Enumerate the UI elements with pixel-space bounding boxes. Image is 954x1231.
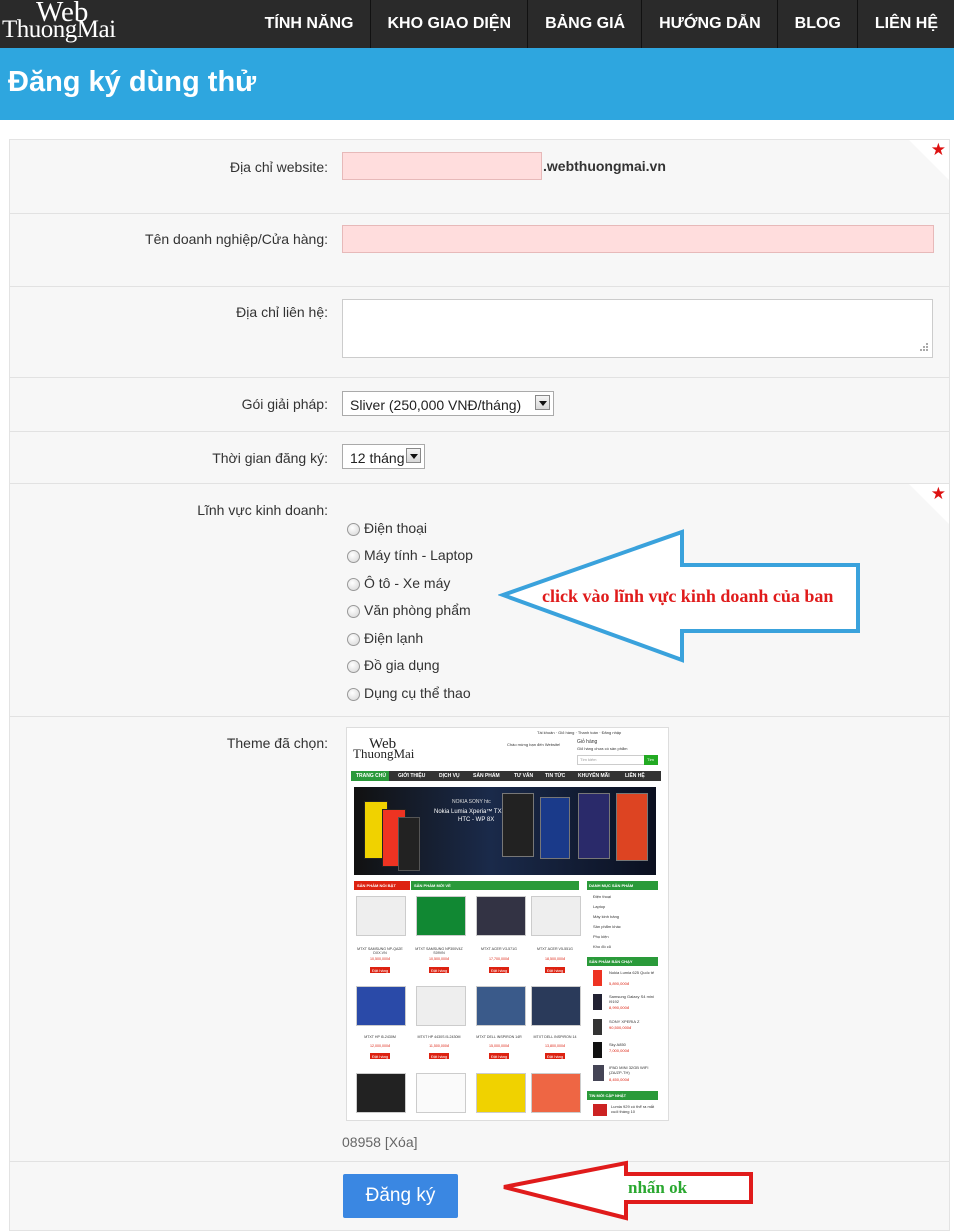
preview-cart-sub: Giỏ hàng chưa có sản phẩm bbox=[577, 746, 628, 751]
business-name-input[interactable] bbox=[342, 225, 934, 253]
radio-label: Đồ gia dụng bbox=[364, 657, 440, 673]
theme-delete-link[interactable]: [Xóa] bbox=[385, 1134, 418, 1150]
main-menu: TÍNH NĂNG KHO GIAO DIỆN BẢNG GIÁ HƯỚNG D… bbox=[248, 0, 954, 48]
radio-circle[interactable] bbox=[347, 550, 360, 563]
chevron-down-icon bbox=[535, 395, 550, 410]
address-textarea[interactable] bbox=[342, 299, 933, 358]
required-star-icon: ★ bbox=[930, 140, 946, 159]
required-star-icon: ★ bbox=[930, 484, 946, 503]
plan-label: Gói giải pháp: bbox=[241, 396, 328, 412]
nav-guide[interactable]: HƯỚNG DẪN bbox=[641, 0, 777, 48]
preview-menu: TRANG CHỦ GIỚI THIỆU DỊCH VỤ SẢN PHẨM TƯ… bbox=[351, 771, 661, 781]
required-corner: ★ bbox=[909, 484, 949, 524]
theme-code: 08958 [Xóa] bbox=[342, 1134, 418, 1150]
duration-selected-value: 12 tháng bbox=[350, 450, 405, 466]
required-corner: ★ bbox=[909, 140, 949, 180]
nav-contact[interactable]: LIÊN HỆ bbox=[856, 0, 954, 48]
radio-circle[interactable] bbox=[347, 605, 360, 618]
nav-blog[interactable]: BLOG bbox=[776, 0, 857, 48]
submit-row: nhấn ok bbox=[10, 1160, 949, 1229]
plan-row: Gói giải pháp: Sliver (250,000 VNĐ/tháng… bbox=[10, 378, 949, 432]
website-row: Địa chỉ website: .webthuongmai.vn ★ bbox=[10, 140, 949, 214]
preview-bestseller-title: SẢN PHẨM BÁN CHẠY bbox=[587, 957, 658, 966]
preview-tab-new: SẢN PHẨM MỚI VỀ bbox=[411, 881, 579, 890]
register-button[interactable]: Đăng ký bbox=[343, 1174, 458, 1218]
preview-news-title: TIN MỚI CẬP NHẬT bbox=[587, 1091, 658, 1100]
duration-label: Thời gian đăng ký: bbox=[212, 450, 328, 466]
theme-preview[interactable]: Tài khoản · Giỏ hàng · Thanh toán · Đăng… bbox=[346, 727, 669, 1121]
radio-circle[interactable] bbox=[347, 688, 360, 701]
website-label: Địa chỉ website: bbox=[229, 159, 328, 175]
page-title: Đăng ký dùng thử bbox=[8, 66, 257, 98]
plan-select[interactable]: Sliver (250,000 VNĐ/tháng) bbox=[342, 391, 554, 416]
business-field-row: Lĩnh vực kinh doanh: ★ Điện thoại Máy tí… bbox=[10, 484, 949, 717]
business-field-label: Lĩnh vực kinh doanh: bbox=[197, 502, 328, 518]
signup-form: Địa chỉ website: .webthuongmai.vn ★ Tên … bbox=[9, 139, 950, 1231]
radio-label: Điện thoại bbox=[364, 520, 428, 536]
chevron-down-icon bbox=[406, 448, 421, 463]
duration-row: Thời gian đăng ký: 12 tháng bbox=[10, 432, 949, 484]
nav-pricing[interactable]: BẢNG GIÁ bbox=[527, 0, 641, 48]
preview-tab-featured: SẢN PHẨM NỔI BẬT bbox=[354, 881, 410, 890]
business-name-row: Tên doanh nghiệp/Cửa hàng: bbox=[10, 214, 949, 287]
site-logo[interactable]: Web ThuongMai bbox=[2, 0, 152, 48]
radio-label: Máy tính - Laptop bbox=[364, 547, 473, 563]
radio-label: Ô tô - Xe máy bbox=[364, 575, 451, 591]
preview-search-input: Tìm kiếm bbox=[577, 755, 645, 765]
submit-hint-text: nhấn ok bbox=[628, 1178, 688, 1197]
preview-search-button: Tìm bbox=[644, 755, 658, 765]
address-row: Địa chỉ liên hệ: bbox=[10, 287, 949, 378]
radio-circle[interactable] bbox=[347, 660, 360, 673]
preview-cart: Giỏ hàng bbox=[577, 739, 598, 745]
nav-features[interactable]: TÍNH NĂNG bbox=[248, 0, 370, 48]
field-hint-text: click vào lĩnh vực kinh doanh của ban bbox=[542, 586, 834, 606]
red-arrow-annotation bbox=[503, 1160, 753, 1221]
page-banner: Đăng ký dùng thử bbox=[0, 48, 954, 120]
radio-circle[interactable] bbox=[347, 578, 360, 591]
preview-top-links: Tài khoản · Giỏ hàng · Thanh toán · Đăng… bbox=[537, 730, 622, 735]
logo-line2: ThuongMai bbox=[2, 16, 116, 43]
theme-label: Theme đã chọn: bbox=[226, 735, 328, 751]
top-navbar: Web ThuongMai TÍNH NĂNG KHO GIAO DIỆN BẢ… bbox=[0, 0, 954, 48]
radio-label: Dụng cụ thể thao bbox=[364, 685, 471, 701]
duration-select[interactable]: 12 tháng bbox=[342, 444, 425, 469]
address-label: Địa chỉ liên hệ: bbox=[236, 304, 328, 320]
business-name-label: Tên doanh nghiệp/Cửa hàng: bbox=[145, 231, 328, 247]
theme-code-value: 08958 bbox=[342, 1134, 381, 1150]
website-input[interactable] bbox=[342, 152, 542, 180]
nav-theme-store[interactable]: KHO GIAO DIỆN bbox=[369, 0, 528, 48]
plan-selected-value: Sliver (250,000 VNĐ/tháng) bbox=[350, 397, 522, 413]
radio-circle[interactable] bbox=[347, 523, 360, 536]
preview-categories-title: DANH MỤC SẢN PHẨM bbox=[587, 881, 658, 890]
radio-label: Văn phòng phẩm bbox=[364, 602, 471, 618]
website-suffix: .webthuongmai.vn bbox=[543, 158, 666, 174]
radio-circle[interactable] bbox=[347, 633, 360, 646]
preview-welcome: Chào mừng bạn đến Website! bbox=[507, 742, 561, 747]
radio-label: Điện lạnh bbox=[364, 630, 424, 646]
preview-banner: NOKIA SONY htc Nokia Lumia Xperia™ TX HT… bbox=[354, 787, 656, 875]
resize-grip-icon[interactable] bbox=[917, 342, 929, 354]
